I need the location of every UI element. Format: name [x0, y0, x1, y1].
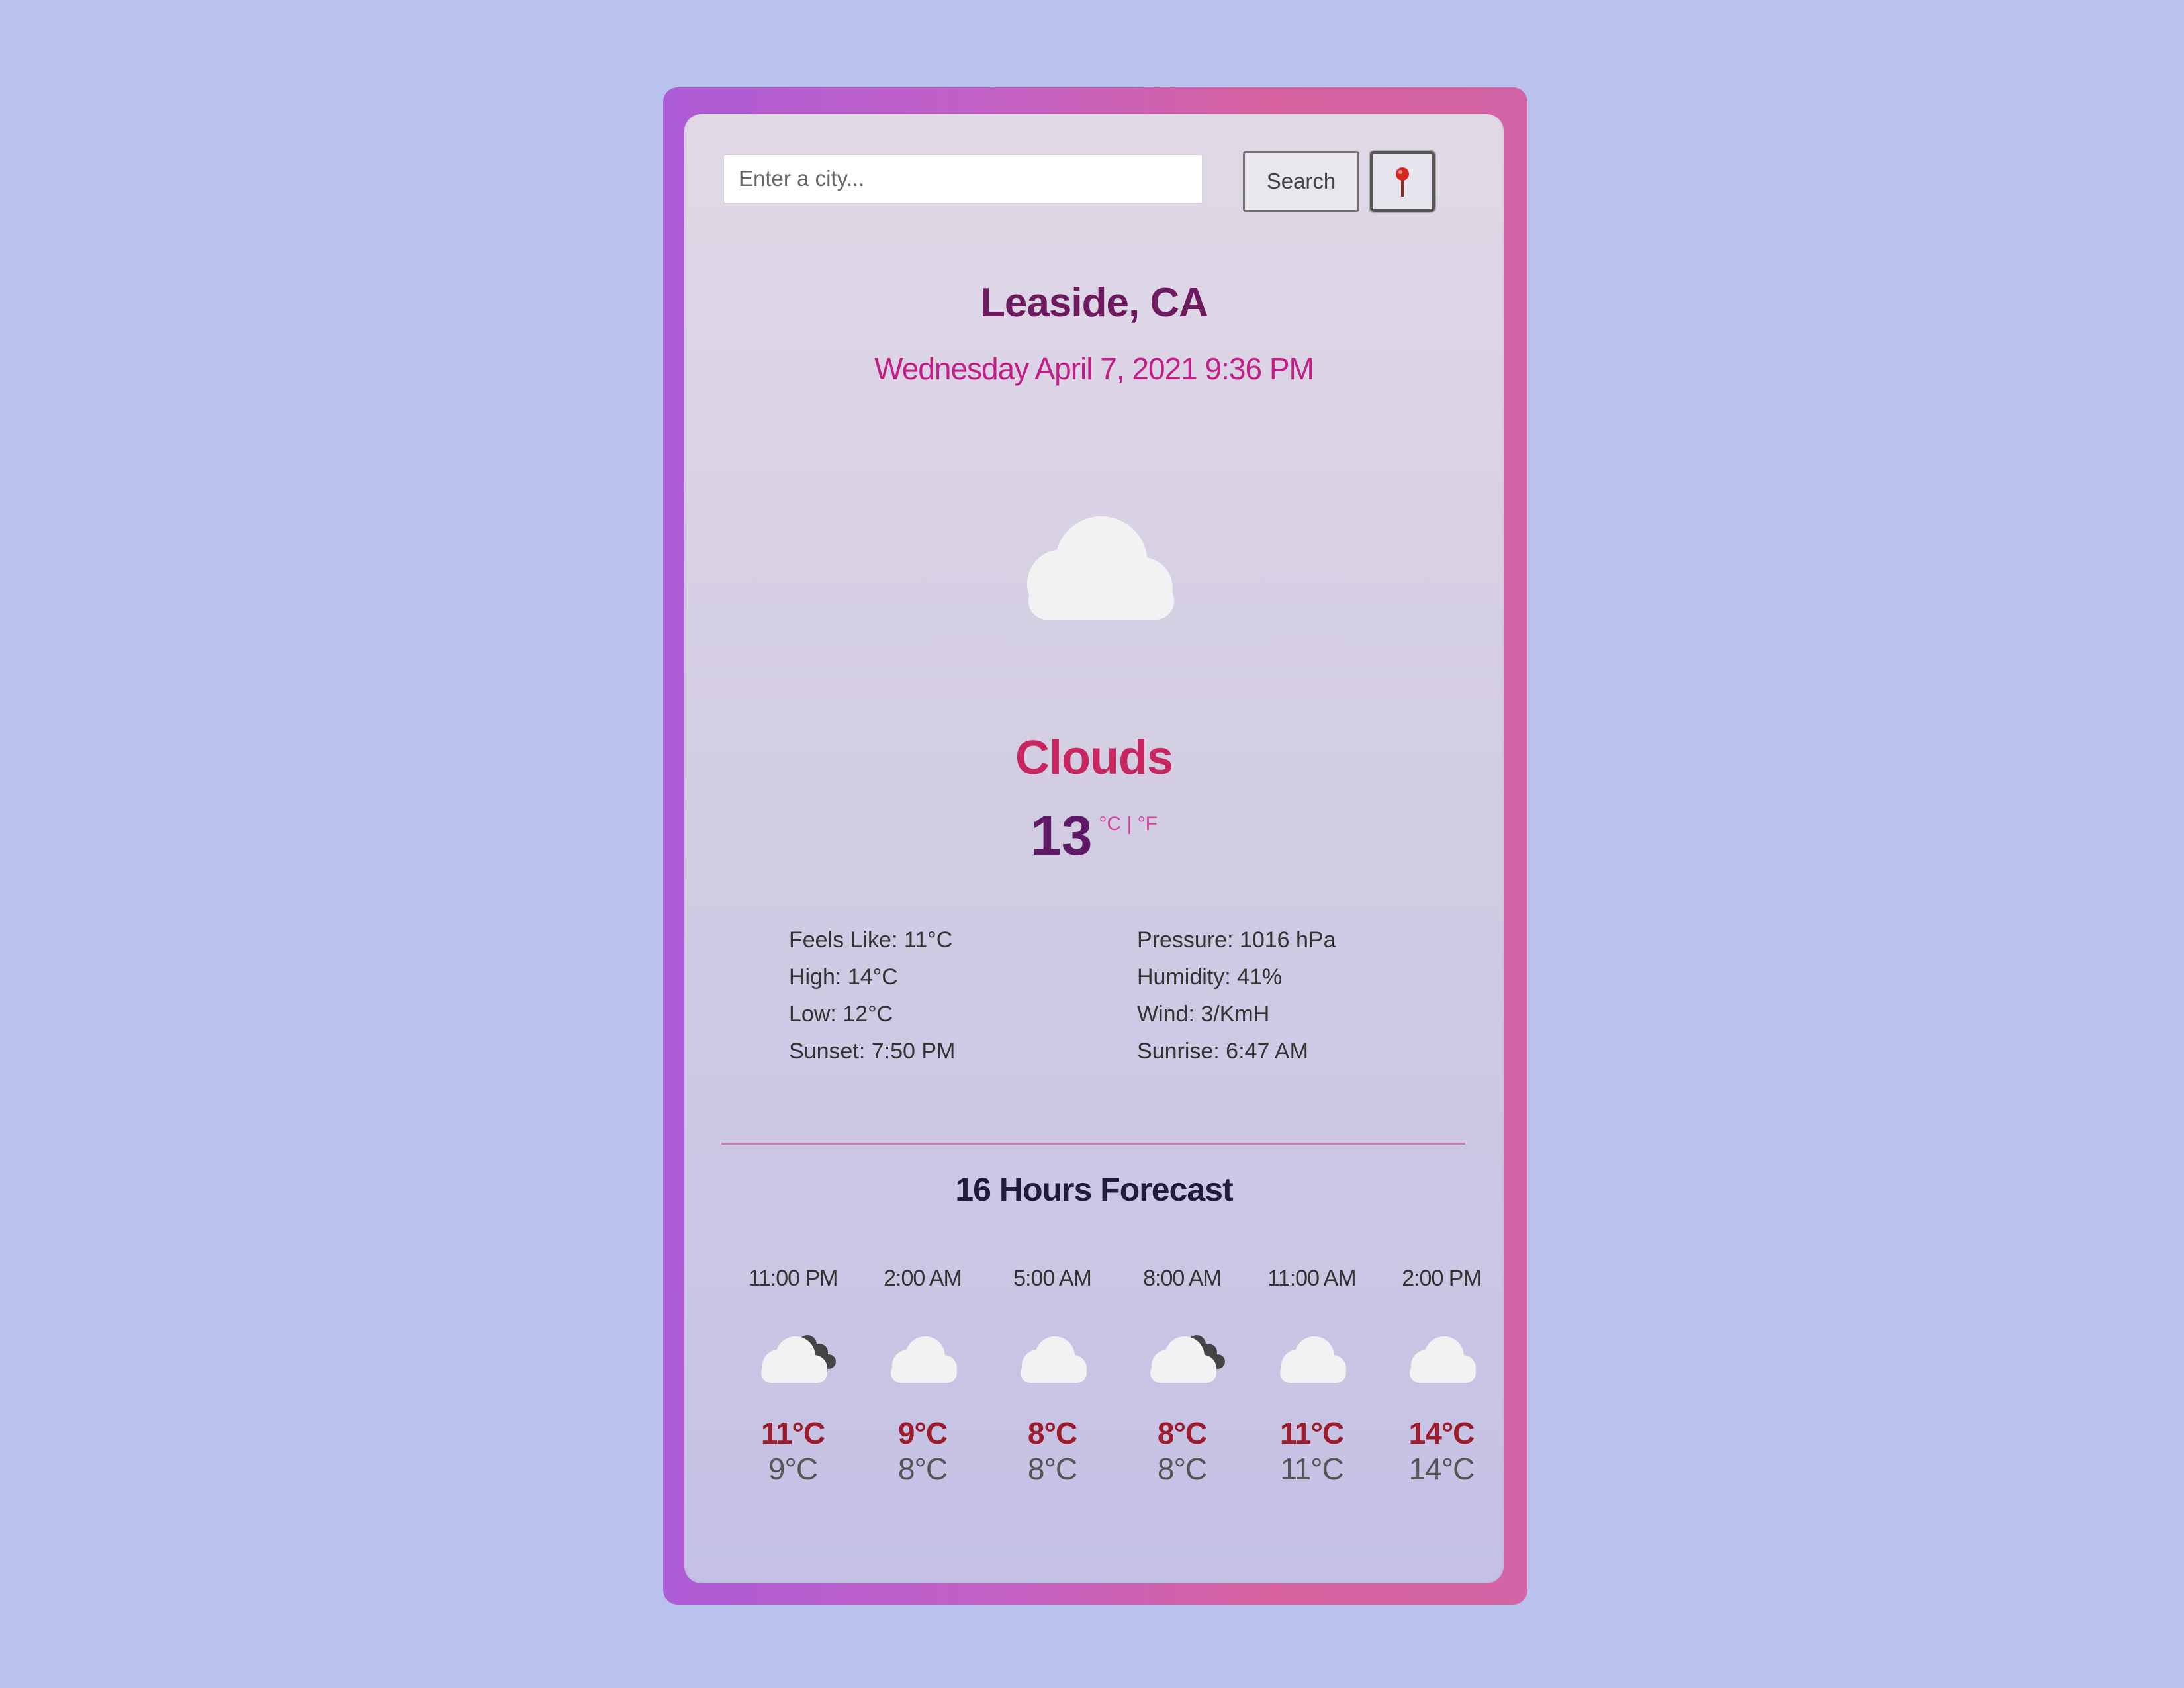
forecast-time: 5:00 AM — [1013, 1266, 1092, 1291]
forecast-high: 14°C — [1408, 1416, 1475, 1450]
sunset-time: Sunset: 7:50 PM — [789, 1039, 956, 1064]
unit-separator: | — [1126, 813, 1132, 835]
forecast-low: 11°C — [1280, 1452, 1343, 1486]
forecast-low: 9°C — [768, 1452, 818, 1486]
city-search-input[interactable] — [723, 154, 1203, 204]
cloud-icon — [1410, 1336, 1476, 1383]
forecast-high: 9°C — [897, 1416, 948, 1450]
weather-condition: Clouds — [1015, 731, 1173, 784]
location-pin-icon — [1396, 167, 1409, 197]
forecast-item: 11:00 PM 11°C 9°C — [728, 1266, 858, 1487]
forecast-high: 11°C — [1279, 1416, 1344, 1450]
cloud-icon — [891, 1336, 957, 1383]
forecast-item: 2:00 PM 14°C 14°C — [1377, 1266, 1506, 1487]
wind: Wind: 3/KmH — [1137, 1002, 1270, 1027]
forecast-low: 8°C — [1027, 1452, 1077, 1486]
forecast-item: 5:00 AM 8°C 8°C — [987, 1266, 1117, 1487]
forecast-time: 2:00 PM — [1402, 1266, 1482, 1291]
forecast-high: 11°C — [760, 1416, 825, 1450]
section-divider — [721, 1143, 1465, 1145]
unit-toggle: °C | °F — [1099, 813, 1157, 835]
current-temperature: 13 — [1030, 804, 1093, 867]
details-left-column: Feels Like: 11°C High: 14°C Low: 12°C Su… — [789, 921, 955, 1070]
broken-clouds-icon — [1150, 1335, 1225, 1383]
forecast-item: 2:00 AM 9°C 8°C — [858, 1266, 987, 1487]
forecast-item: 11:00 AM 11°C 11°C — [1247, 1266, 1377, 1487]
high-temp: High: 14°C — [789, 964, 898, 990]
details-right-column: Pressure: 1016 hPa Humidity: 41% Wind: 3… — [1137, 921, 1336, 1070]
forecast-time: 2:00 AM — [884, 1266, 962, 1291]
fahrenheit-toggle[interactable]: °F — [1138, 813, 1158, 835]
forecast-title: 16 Hours Forecast — [955, 1171, 1233, 1208]
pressure: Pressure: 1016 hPa — [1137, 927, 1336, 953]
forecast-low: 8°C — [1157, 1452, 1207, 1486]
sunrise-time: Sunrise: 6:47 AM — [1137, 1039, 1308, 1064]
forecast-high: 8°C — [1157, 1416, 1207, 1450]
forecast-item: 8:00 AM 8°C 8°C — [1117, 1266, 1247, 1487]
feels-like: Feels Like: 11°C — [789, 927, 953, 953]
cloud-icon — [1027, 516, 1174, 620]
cloud-icon — [1280, 1336, 1346, 1383]
humidity: Humidity: 41% — [1137, 964, 1283, 990]
forecast-time: 11:00 PM — [748, 1266, 838, 1291]
broken-clouds-icon — [761, 1335, 836, 1383]
forecast-time: 8:00 AM — [1143, 1266, 1222, 1291]
search-button[interactable]: Search — [1243, 151, 1359, 212]
celsius-toggle[interactable]: °C — [1099, 813, 1121, 835]
weather-card: Search Leaside, CA Wednesday April 7, 20… — [684, 114, 1504, 1583]
low-temp: Low: 12°C — [789, 1002, 893, 1027]
current-temperature-group: 13 °C | °F — [684, 804, 1504, 868]
current-location-button[interactable] — [1370, 151, 1435, 212]
current-datetime: Wednesday April 7, 2021 9:36 PM — [874, 352, 1314, 386]
city-name: Leaside, CA — [980, 280, 1208, 326]
forecast-low: 8°C — [897, 1452, 948, 1486]
forecast-time: 11:00 AM — [1267, 1266, 1356, 1291]
cloud-icon — [1021, 1336, 1087, 1383]
forecast-low: 14°C — [1408, 1452, 1475, 1486]
forecast-high: 8°C — [1027, 1416, 1077, 1450]
